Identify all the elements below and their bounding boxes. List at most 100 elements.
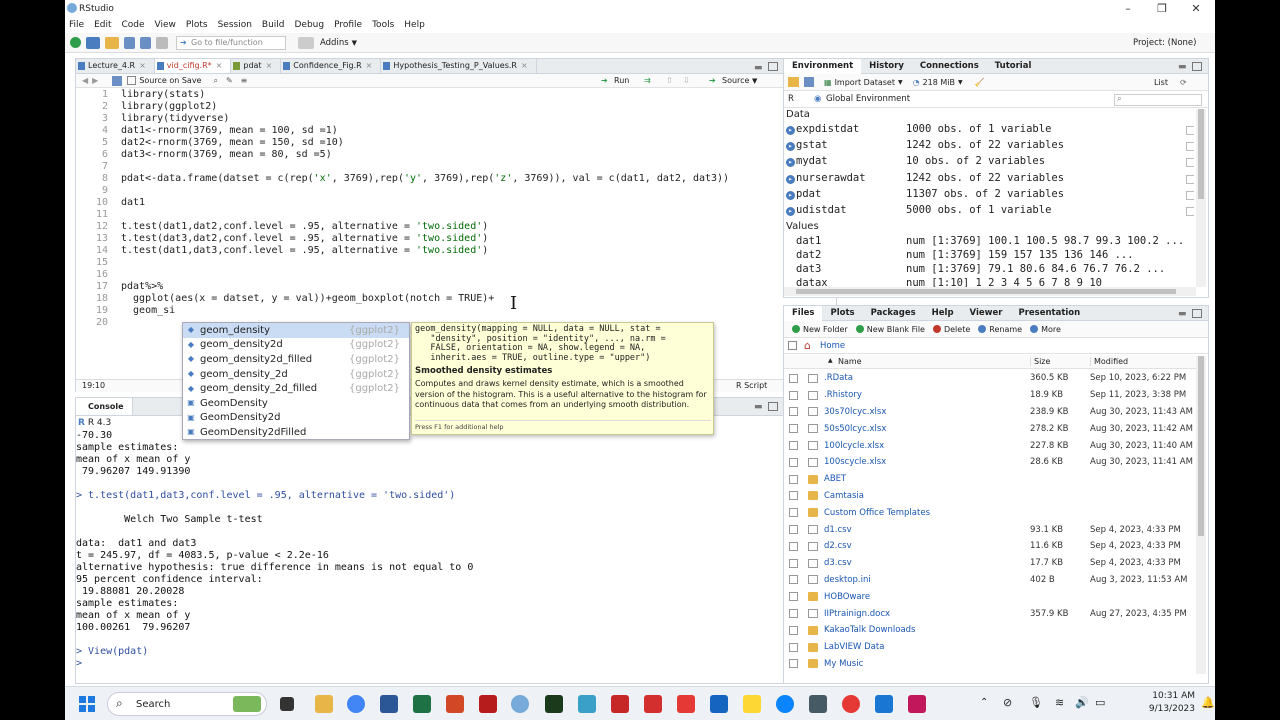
expand-icon[interactable]: ▸ (786, 158, 795, 168)
new-blank-file-button[interactable]: New Blank File (867, 325, 925, 334)
memory-usage[interactable]: 218 MiB (923, 78, 955, 87)
tab-presentation[interactable]: Presentation (1010, 306, 1088, 321)
file-name[interactable]: 100lcycle.xlsx (824, 441, 884, 451)
autocomplete-item[interactable]: ◆ geom_density2d {ggplot2} (183, 338, 409, 353)
editor-tab[interactable]: pdat × (231, 59, 282, 73)
menu-plots[interactable]: Plots (186, 20, 208, 30)
col-modified[interactable]: Modified (1090, 357, 1128, 366)
maximize-pane-icon[interactable] (768, 62, 778, 71)
capture-icon[interactable] (875, 695, 893, 713)
env-data-row[interactable]: ▸ expdistdat 1000 obs. of 1 variable (784, 123, 1194, 139)
app-icon[interactable] (611, 695, 629, 713)
menu-edit[interactable]: Edit (94, 20, 111, 30)
file-checkbox[interactable] (789, 558, 798, 568)
source-button[interactable]: Source (722, 76, 749, 85)
file-name[interactable]: 100scycle.xlsx (824, 457, 886, 467)
battery-saver-icon[interactable]: ⊘ (1003, 696, 1012, 709)
code-line[interactable]: library(ggplot2) (121, 101, 217, 112)
file-row[interactable]: KakaoTalk Downloads (784, 622, 1196, 639)
file-name[interactable]: LabVIEW Data (824, 642, 884, 652)
autocomplete-item[interactable]: ▣ GeomDensity2d (183, 411, 409, 426)
new-project-icon[interactable] (86, 36, 100, 49)
chevron-up-icon[interactable]: ⌃ (980, 697, 988, 708)
acrobat-icon[interactable] (644, 695, 662, 713)
clock-date[interactable]: 9/13/2023 (1135, 704, 1195, 714)
file-name[interactable]: d2.csv (824, 541, 852, 551)
code-line[interactable]: pdat%>% (121, 281, 163, 292)
expand-icon[interactable]: ▸ (786, 126, 795, 135)
file-name[interactable]: Camtasia (824, 491, 864, 501)
file-checkbox[interactable] (789, 592, 798, 602)
save-icon[interactable] (124, 36, 135, 49)
file-row[interactable]: d3.csv 17.7 KB Sep 4, 2023, 4:33 PM (784, 555, 1196, 572)
volume-icon[interactable]: 🔊 (1075, 696, 1089, 709)
new-folder-button[interactable]: New Folder (803, 325, 848, 334)
file-name[interactable]: Custom Office Templates (824, 508, 930, 518)
editor-tab[interactable]: vid_cifig.R* × (154, 59, 232, 73)
code-line[interactable]: dat2<-rnorm(3769, mean = 150, sd =10) (121, 137, 344, 148)
file-row[interactable]: ABET (784, 471, 1196, 488)
minimize-pane-icon[interactable]: ▬ (754, 63, 763, 73)
env-data-row[interactable]: ▸ pdat 11307 obs. of 2 variables (784, 188, 1194, 204)
code-line[interactable]: pdat<-data.frame(datset = c(rep('x', 376… (121, 173, 729, 184)
maximize-pane-icon[interactable] (1192, 62, 1202, 71)
file-name[interactable]: desktop.ini (824, 575, 871, 585)
env-hscrollbar[interactable] (784, 287, 1196, 296)
media-icon[interactable] (677, 695, 695, 713)
source-on-save-checkbox[interactable] (127, 76, 137, 85)
file-row[interactable]: My Music (784, 656, 1196, 670)
minimize-pane-icon[interactable]: ▬ (754, 402, 763, 412)
tab-environment[interactable]: Environment (784, 58, 862, 74)
down-icon[interactable]: ⇩ (683, 76, 690, 85)
autocomplete-item[interactable]: ◆ geom_density_2d_filled {ggplot2} (183, 381, 409, 396)
code-line[interactable]: dat3<-rnorm(3769, mean = 80, sd =5) (121, 149, 332, 160)
menu-profile[interactable]: Profile (334, 20, 362, 30)
menu-code[interactable]: Code (122, 20, 145, 30)
terminal-icon[interactable] (545, 695, 563, 713)
file-type-menu[interactable]: R Script (736, 381, 767, 390)
code-line[interactable]: library(stats) (121, 89, 205, 100)
kakaotalk-icon[interactable] (743, 695, 761, 713)
maximize-pane-icon[interactable] (1192, 309, 1202, 318)
expand-icon[interactable]: ▸ (786, 174, 795, 184)
home-link[interactable]: Home (820, 341, 845, 351)
refresh-icon[interactable]: ⟳ (1180, 78, 1187, 87)
env-data-row[interactable]: ▸ nurserawdat 1242 obs. of 22 variables (784, 172, 1194, 188)
file-row[interactable]: desktop.ini 402 B Aug 3, 2023, 11:53 AM (784, 572, 1196, 589)
load-workspace-icon[interactable] (788, 77, 799, 87)
minimize-pane-icon[interactable]: ▬ (1178, 309, 1187, 319)
snip-icon[interactable] (578, 695, 596, 713)
view-table-icon[interactable] (1186, 174, 1194, 184)
wifi-icon[interactable]: ≋ (1055, 696, 1064, 709)
grid-layout-icon[interactable] (298, 36, 314, 49)
search-icon[interactable]: ⌕ (213, 76, 217, 86)
list-view-menu[interactable]: List (1154, 78, 1168, 87)
environment-search-input[interactable]: ⌕ (1114, 94, 1202, 106)
rename-button[interactable]: Rename (989, 325, 1022, 334)
file-name[interactable]: 50s50lcyc.xlsx (824, 424, 886, 434)
taskbar-search-box[interactable]: ⌕ Search (107, 692, 267, 716)
file-checkbox[interactable] (789, 373, 798, 383)
code-line[interactable]: dat1 (121, 197, 145, 208)
rerun-icon[interactable]: ⇉ (644, 76, 651, 85)
view-table-icon[interactable] (1186, 142, 1194, 152)
tab-packages[interactable]: Packages (863, 306, 924, 321)
chrome-icon[interactable] (347, 695, 365, 713)
file-name[interactable]: d3.csv (824, 558, 852, 568)
file-row[interactable]: .RData 360.5 KB Sep 10, 2023, 6:22 PM (784, 370, 1196, 387)
console-output[interactable]: -70.30 sample estimates: mean of x mean of… (76, 430, 816, 684)
menu-session[interactable]: Session (218, 20, 252, 30)
clock-time[interactable]: 10:31 AM (1145, 691, 1195, 701)
forward-icon[interactable]: ▶ (92, 76, 98, 85)
code-line[interactable]: t.test(dat3,dat2,conf.level = .95, alter… (121, 233, 488, 244)
powerpoint-icon[interactable] (446, 695, 464, 713)
open-file-icon[interactable] (105, 36, 119, 49)
env-scrollbar[interactable] (1196, 109, 1206, 287)
file-row[interactable]: 100lcycle.xlsx 227.8 KB Aug 30, 2023, 11:4… (784, 437, 1196, 454)
file-checkbox[interactable] (789, 474, 798, 484)
autocomplete-item[interactable]: ◆ geom_density2d_filled {ggplot2} (183, 352, 409, 367)
menu-view[interactable]: View (155, 20, 176, 30)
file-checkbox[interactable] (789, 441, 798, 451)
task-view-icon[interactable] (280, 697, 294, 711)
close-button[interactable]: ✕ (1179, 0, 1213, 17)
